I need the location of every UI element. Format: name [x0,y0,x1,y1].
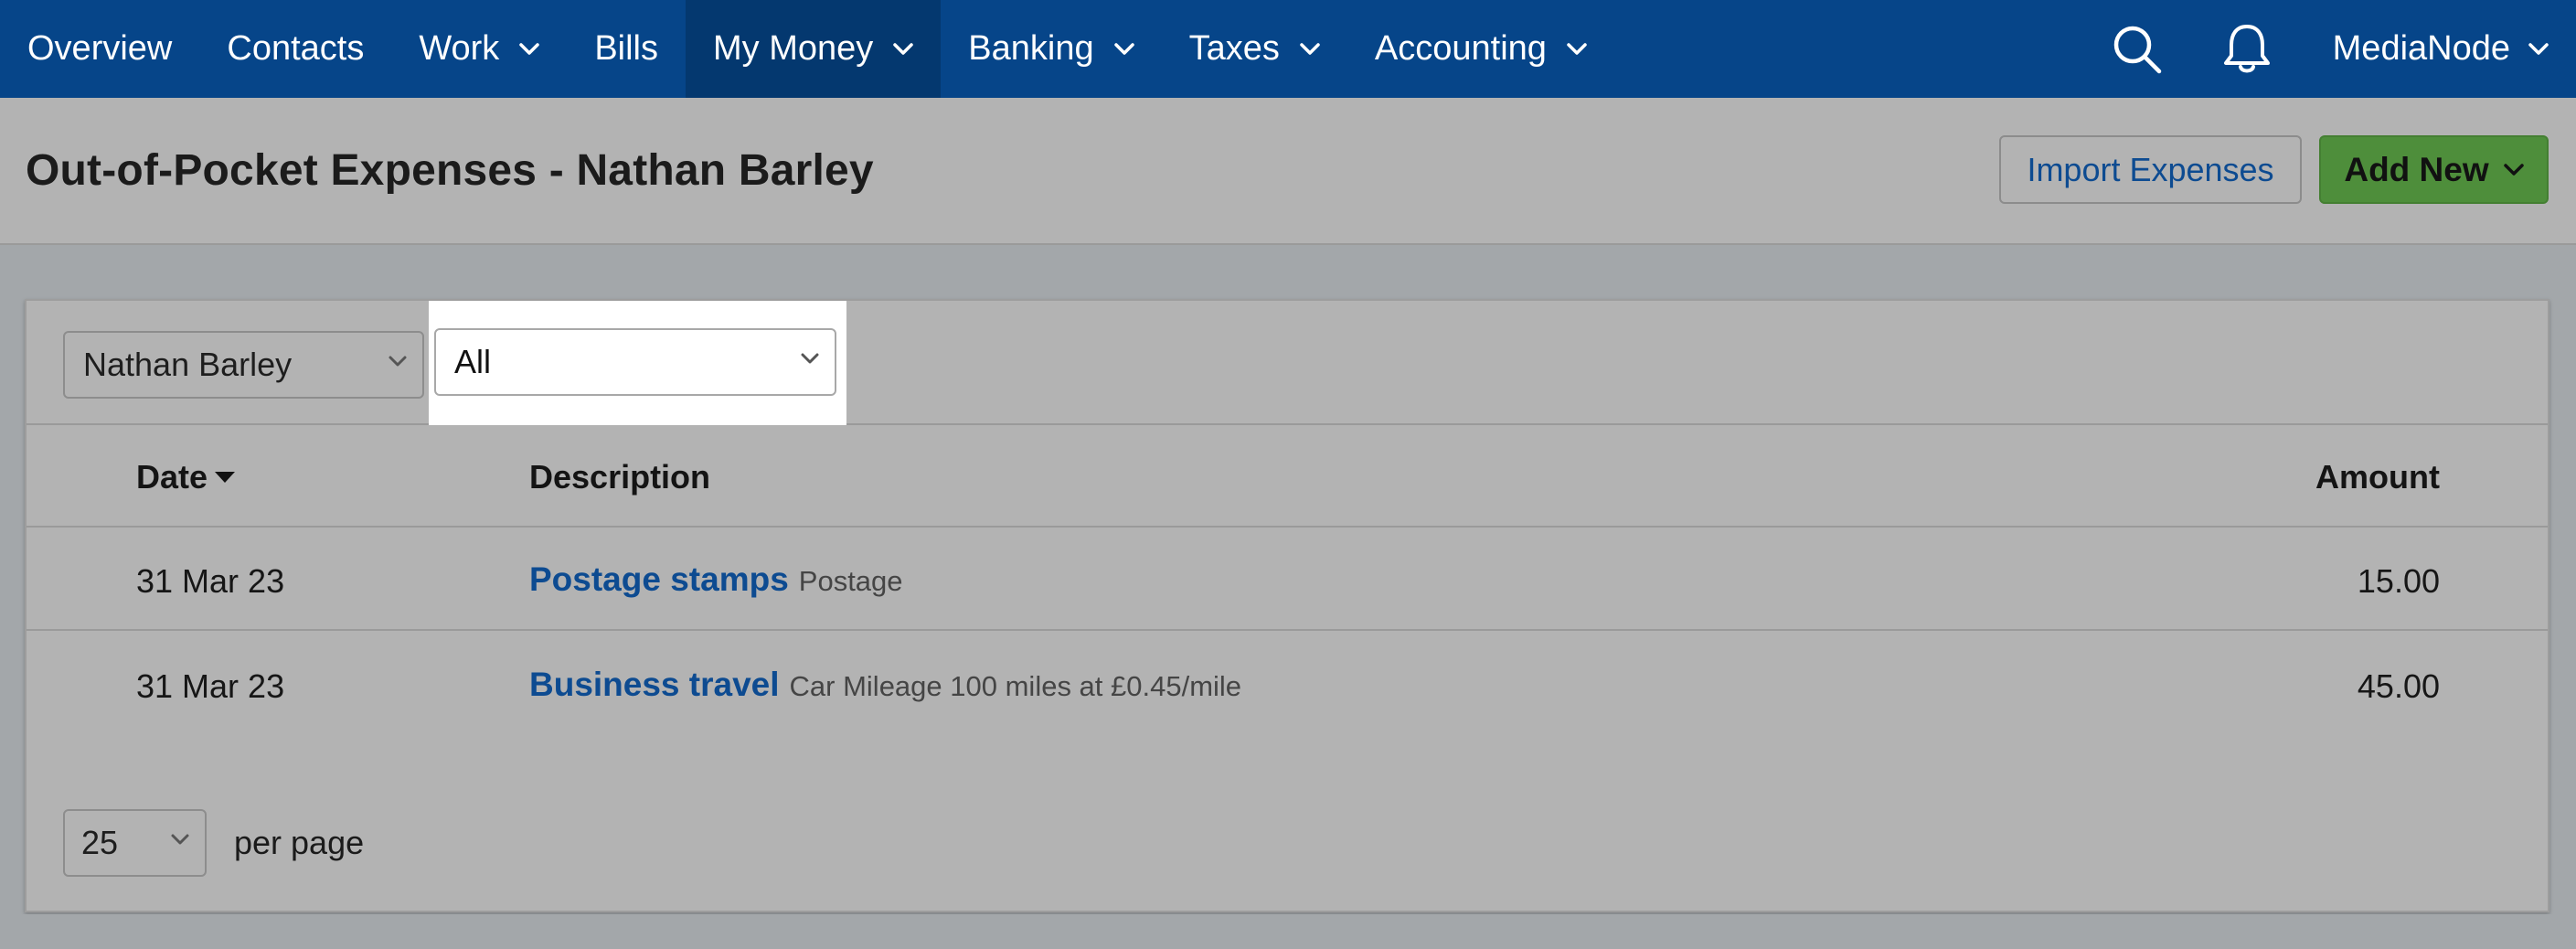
nav-item-contacts[interactable]: Contacts [199,0,391,98]
per-page-select[interactable]: 25 [63,809,207,877]
person-select[interactable]: Nathan Barley [63,331,424,399]
column-header-date[interactable]: Date [136,458,237,496]
expense-detail: Postage [798,565,903,597]
nav-item-label: Accounting [1374,29,1547,68]
add-new-label: Add New [2344,150,2489,188]
search-icon[interactable] [2108,20,2166,79]
per-page-label: per page [234,824,365,861]
table-row: 31 Mar 23 Postage stamps Postage 15.00 [27,528,2548,631]
chevron-down-icon [2528,42,2549,56]
row-date: 31 Mar 23 [136,667,285,705]
filter-bar: Nathan Barley All [27,301,2548,425]
nav-item-banking[interactable]: Banking [941,0,1161,98]
chevron-down-icon [170,833,190,846]
nav-item-my-money[interactable]: My Money [686,0,942,98]
chevron-down-icon [893,42,914,56]
expense-type-select-value: All [454,343,492,380]
expense-detail: Car Mileage 100 miles at £0.45/mile [789,670,1242,702]
chevron-down-icon [1113,42,1134,56]
column-header-label: Date [136,458,208,496]
nav-right-group: MediaNode [2082,0,2576,98]
row-description: Business travel Car Mileage 100 miles at… [529,666,1241,704]
nav-item-label: Overview [27,29,173,68]
nav-item-label: Taxes [1188,29,1280,68]
person-select-value: Nathan Barley [83,346,293,383]
expenses-card: Nathan Barley All Date Description Amoun… [25,299,2549,912]
row-description: Postage stamps Postage [529,560,903,599]
import-expenses-button[interactable]: Import Expenses [1999,135,2302,204]
sort-descending-icon [213,470,237,485]
nav-item-taxes[interactable]: Taxes [1162,0,1347,98]
account-menu[interactable]: MediaNode [2302,29,2576,69]
nav-item-bills[interactable]: Bills [567,0,686,98]
expense-link[interactable]: Postage stamps [529,560,789,599]
nav-item-accounting[interactable]: Accounting [1347,0,1614,98]
chevron-down-icon [519,42,540,56]
nav-item-overview[interactable]: Overview [0,0,199,98]
chevron-down-icon [800,352,820,365]
column-header-description: Description [529,458,711,496]
per-page-select-value: 25 [81,824,119,861]
expense-link[interactable]: Business travel [529,666,780,704]
top-navigation: Overview Contacts Work Bills My Money Ba… [0,0,2576,98]
nav-item-label: Bills [594,29,658,68]
nav-item-work[interactable]: Work [391,0,567,98]
page-bottom-background [0,914,2576,949]
page-title: Out-of-Pocket Expenses - Nathan Barley [26,146,874,195]
chevron-down-icon [1300,42,1320,56]
nav-item-label: Banking [968,29,1094,68]
chevron-down-icon [1567,42,1587,56]
page-header: Out-of-Pocket Expenses - Nathan Barley I… [0,98,2576,245]
expense-type-select[interactable]: All [434,328,836,396]
chevron-down-icon [388,355,408,368]
table-row: 31 Mar 23 Business travel Car Mileage 10… [27,633,2548,736]
nav-item-label: My Money [713,29,874,68]
row-date: 31 Mar 23 [136,562,285,600]
nav-item-label: Work [419,29,500,68]
add-new-button[interactable]: Add New [2319,135,2549,204]
column-header-amount: Amount [2315,458,2440,496]
pagination: 25 per page [63,809,364,877]
chevron-down-icon [2503,163,2524,176]
row-amount: 15.00 [2357,562,2440,600]
table-header: Date Description Amount [27,425,2548,528]
bell-icon[interactable] [2218,20,2276,79]
account-label: MediaNode [2332,29,2510,68]
nav-item-label: Contacts [227,29,365,68]
row-amount: 45.00 [2357,667,2440,705]
